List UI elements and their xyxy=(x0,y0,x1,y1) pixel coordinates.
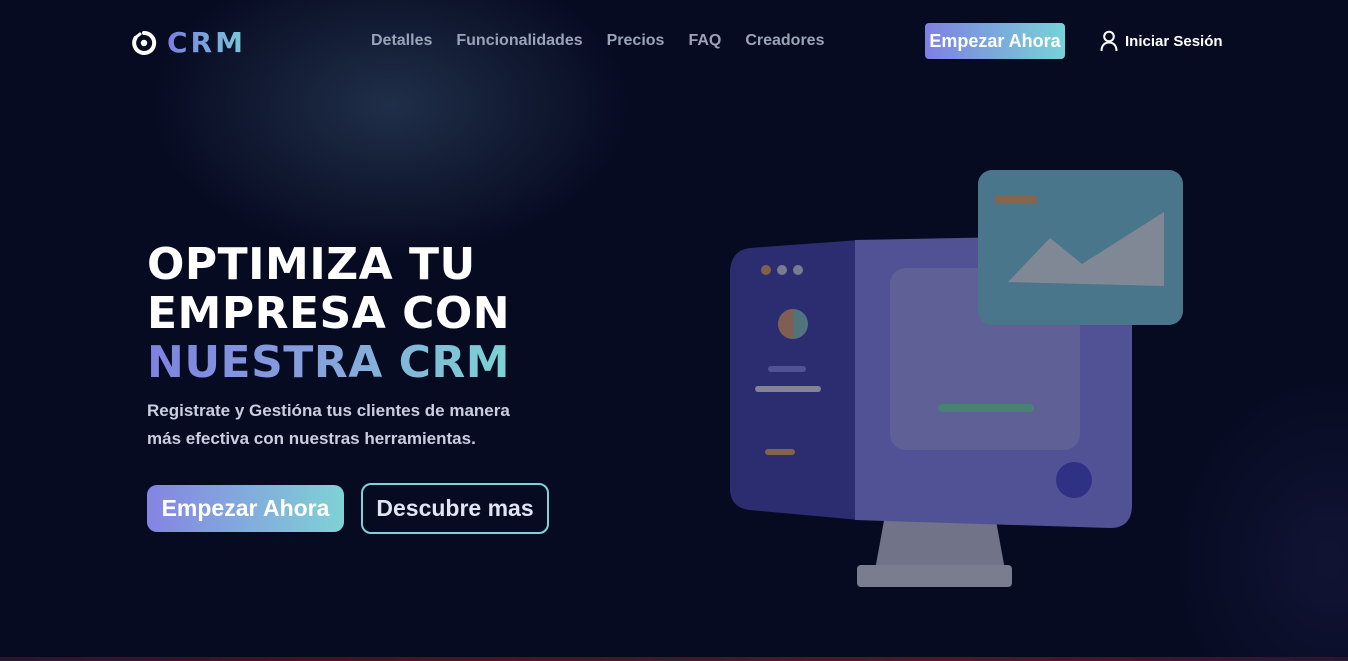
sidebar-line xyxy=(755,386,821,392)
action-circle xyxy=(1056,462,1092,498)
sidebar-line xyxy=(768,366,806,372)
login-label: Iniciar Sesión xyxy=(1125,32,1223,50)
computer-monitor-illustration xyxy=(730,170,1183,587)
bottom-edge-strip xyxy=(0,657,1348,661)
brand-name: CRM xyxy=(167,26,246,59)
hero-discover-button[interactable]: Descubre mas xyxy=(361,483,549,534)
brand-logo[interactable]: CRM xyxy=(131,26,246,59)
monitor-sidebar-panel xyxy=(730,240,860,520)
spiral-logo-icon xyxy=(132,30,157,55)
nav-link-creadores[interactable]: Creadores xyxy=(745,32,824,50)
monitor-base xyxy=(857,565,1012,587)
window-dot xyxy=(761,265,771,275)
content-line xyxy=(938,404,1034,412)
window-dot xyxy=(793,265,803,275)
nav-link-faq[interactable]: FAQ xyxy=(688,32,721,50)
top-navbar: CRM Detalles Funcionalidades Precios FAQ… xyxy=(0,0,1348,84)
image-caption-line xyxy=(995,196,1037,203)
hero-title-line-2: EMPRESA CON xyxy=(147,288,511,339)
login-link[interactable]: Iniciar Sesión xyxy=(1100,30,1223,52)
nav-menu: Detalles Funcionalidades Precios FAQ Cre… xyxy=(371,32,848,50)
sidebar-line xyxy=(765,449,795,455)
hero-start-button[interactable]: Empezar Ahora xyxy=(147,485,344,532)
hero-subtitle: Registrate y Gestióna tus clientes de ma… xyxy=(147,401,510,448)
window-dot xyxy=(777,265,787,275)
nav-link-funcionalidades[interactable]: Funcionalidades xyxy=(456,32,582,50)
hero-title-line-1: OPTIMIZA TU xyxy=(147,239,476,290)
hero-title: OPTIMIZA TU EMPRESA CON NUESTRA CRM xyxy=(147,240,510,387)
hero-title-highlight: NUESTRA CRM xyxy=(147,337,511,388)
nav-link-detalles[interactable]: Detalles xyxy=(371,32,432,50)
user-icon xyxy=(1100,30,1118,52)
nav-link-precios[interactable]: Precios xyxy=(607,32,665,50)
nav-start-button[interactable]: Empezar Ahora xyxy=(925,23,1065,59)
